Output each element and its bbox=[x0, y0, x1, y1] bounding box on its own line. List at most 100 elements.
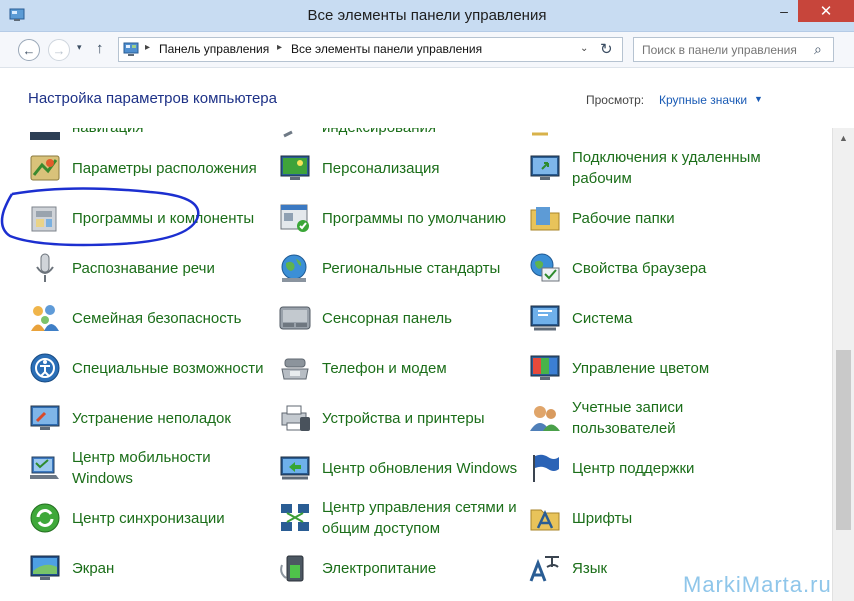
remote-desktop-icon bbox=[530, 155, 560, 180]
display-icon bbox=[30, 555, 60, 580]
item-label: Система bbox=[572, 309, 633, 327]
breadcrumb-arrow-icon[interactable]: ▸ bbox=[277, 42, 282, 53]
list-item[interactable]: Центр управления сетями и общим доступом bbox=[278, 495, 523, 541]
item-label: Персонализация bbox=[322, 159, 440, 177]
list-item[interactable]: Свойства браузера bbox=[528, 245, 773, 291]
programs-features-icon bbox=[31, 206, 57, 232]
color-management-icon bbox=[530, 355, 560, 380]
list-item[interactable]: Управление цветом bbox=[528, 345, 773, 391]
list-item[interactable]: Шрифты bbox=[528, 495, 773, 541]
item-label: Устройства и принтеры bbox=[322, 409, 485, 427]
item-label: Шрифты bbox=[572, 509, 633, 527]
fonts-icon bbox=[530, 509, 560, 531]
devices-printers-icon bbox=[281, 405, 310, 431]
search-input[interactable] bbox=[642, 42, 812, 58]
list-item[interactable]: Сенсорная панель bbox=[278, 295, 523, 341]
family-safety-icon bbox=[31, 305, 59, 331]
list-item[interactable]: Система bbox=[528, 295, 773, 341]
language-icon bbox=[529, 556, 559, 582]
view-by-dropdown[interactable]: Крупные значки bbox=[659, 93, 747, 107]
close-button[interactable]: ✕ bbox=[798, 0, 854, 22]
item-label: Специальные возможности bbox=[72, 359, 264, 377]
view-by-label: Просмотр: bbox=[586, 93, 645, 107]
breadcrumb-control-panel[interactable]: Панель управления bbox=[159, 42, 269, 56]
item-label: Программы по умолчанию bbox=[322, 209, 506, 227]
network-sharing-icon bbox=[281, 504, 309, 531]
item-label: Электропитание bbox=[322, 559, 437, 577]
address-bar[interactable]: ▸ Панель управления ▸ Все элементы панел… bbox=[118, 37, 623, 62]
list-item[interactable]: Рабочие папки bbox=[528, 195, 773, 241]
scrollbar-thumb[interactable] bbox=[836, 350, 851, 530]
sync-center-icon bbox=[30, 503, 60, 533]
list-item[interactable]: Центр синхронизации bbox=[28, 495, 273, 541]
item-label: Семейная безопасность bbox=[72, 309, 242, 327]
control-panel-icon bbox=[123, 42, 139, 56]
item-label: Язык bbox=[572, 559, 608, 577]
item-label: Распознавание речи bbox=[72, 259, 215, 277]
default-programs-icon bbox=[280, 204, 309, 232]
list-item[interactable]: Подключения к удаленным рабочим bbox=[528, 145, 773, 191]
list-item[interactable]: Устройства и принтеры bbox=[278, 395, 523, 441]
folder-partial-icon bbox=[532, 132, 548, 136]
item-label: Сенсорная панель bbox=[322, 309, 452, 327]
list-item[interactable]: Язык bbox=[528, 545, 773, 591]
list-item[interactable]: Учетные записи пользователей bbox=[528, 395, 773, 441]
user-accounts-icon bbox=[530, 406, 560, 431]
title-bar: Все элементы панели управления – □ ✕ bbox=[0, 0, 854, 32]
list-item[interactable]: Центр обновления Windows bbox=[278, 445, 523, 491]
list-item[interactable]: Центр мобильности Windows bbox=[28, 445, 273, 491]
troubleshooting-icon bbox=[30, 405, 60, 430]
item-label: Центр обновления Windows bbox=[322, 459, 518, 477]
taskbar-navigation-icon bbox=[30, 132, 60, 140]
recent-locations-dropdown[interactable]: ▾ bbox=[77, 42, 82, 53]
item-label: Центр мобильности Windows bbox=[72, 449, 211, 487]
personalization-icon bbox=[280, 155, 310, 180]
refresh-icon[interactable]: ↻ bbox=[600, 40, 613, 58]
breadcrumb-all-items[interactable]: Все элементы панели управления bbox=[291, 42, 482, 56]
up-button[interactable]: ↑ bbox=[96, 40, 104, 57]
list-item[interactable]: Центр поддержки bbox=[528, 445, 773, 491]
system-icon bbox=[530, 305, 560, 331]
item-label: Подключения к удаленным рабочим bbox=[572, 149, 761, 187]
item-label: Центр управления сетями и общим доступом bbox=[322, 499, 517, 537]
list-item[interactable]: Специальные возможности bbox=[28, 345, 273, 391]
scroll-up-icon[interactable]: ▲ bbox=[839, 133, 848, 143]
action-center-flag-icon bbox=[533, 454, 559, 482]
list-item[interactable]: Семейная безопасность bbox=[28, 295, 273, 341]
vertical-scrollbar[interactable]: ▲ bbox=[832, 128, 854, 601]
list-item[interactable]: Программы по умолчанию bbox=[278, 195, 523, 241]
item-label: Программы и компоненты bbox=[72, 209, 255, 227]
forward-button[interactable]: → bbox=[48, 39, 70, 61]
address-dropdown-icon[interactable]: ⌄ bbox=[580, 43, 588, 54]
list-item[interactable]: Телефон и модем bbox=[278, 345, 523, 391]
mobility-center-icon bbox=[30, 456, 59, 479]
breadcrumb-arrow-icon[interactable]: ▸ bbox=[145, 42, 150, 53]
windows-update-icon bbox=[280, 456, 310, 480]
item-label: Параметры расположения bbox=[72, 159, 257, 177]
list-item[interactable]: Параметры расположения bbox=[28, 145, 273, 191]
item-label: Телефон и модем bbox=[322, 359, 447, 377]
list-item[interactable]: Региональные стандарты bbox=[278, 245, 523, 291]
minimize-button[interactable]: – bbox=[770, 0, 798, 22]
item-label: Учетные записи пользователей bbox=[572, 399, 684, 437]
phone-modem-icon bbox=[281, 358, 309, 380]
chevron-down-icon[interactable]: ▼ bbox=[754, 94, 763, 104]
list-item[interactable]: Программы и компоненты bbox=[28, 195, 273, 241]
control-panel-items: навигация Параметры расположения Програм… bbox=[0, 128, 832, 601]
list-item[interactable]: Устранение неполадок bbox=[28, 395, 273, 441]
item-label: Центр поддержки bbox=[572, 459, 695, 477]
search-box[interactable]: ⌕ bbox=[633, 37, 834, 62]
search-icon[interactable]: ⌕ bbox=[814, 41, 822, 58]
list-item[interactable]: Персонализация bbox=[278, 145, 523, 191]
page-title: Настройка параметров компьютера bbox=[28, 90, 277, 107]
list-item[interactable]: Распознавание речи bbox=[28, 245, 273, 291]
location-settings-icon bbox=[30, 155, 60, 181]
back-button[interactable]: ← bbox=[18, 39, 40, 61]
work-folders-icon bbox=[530, 207, 560, 231]
item-label: Управление цветом bbox=[572, 359, 710, 377]
list-item[interactable]: Электропитание bbox=[278, 545, 523, 591]
list-item[interactable]: Экран bbox=[28, 545, 273, 591]
item-label: Центр синхронизации bbox=[72, 509, 225, 527]
region-globe-icon bbox=[281, 254, 307, 282]
item-label: Свойства браузера bbox=[572, 259, 707, 277]
